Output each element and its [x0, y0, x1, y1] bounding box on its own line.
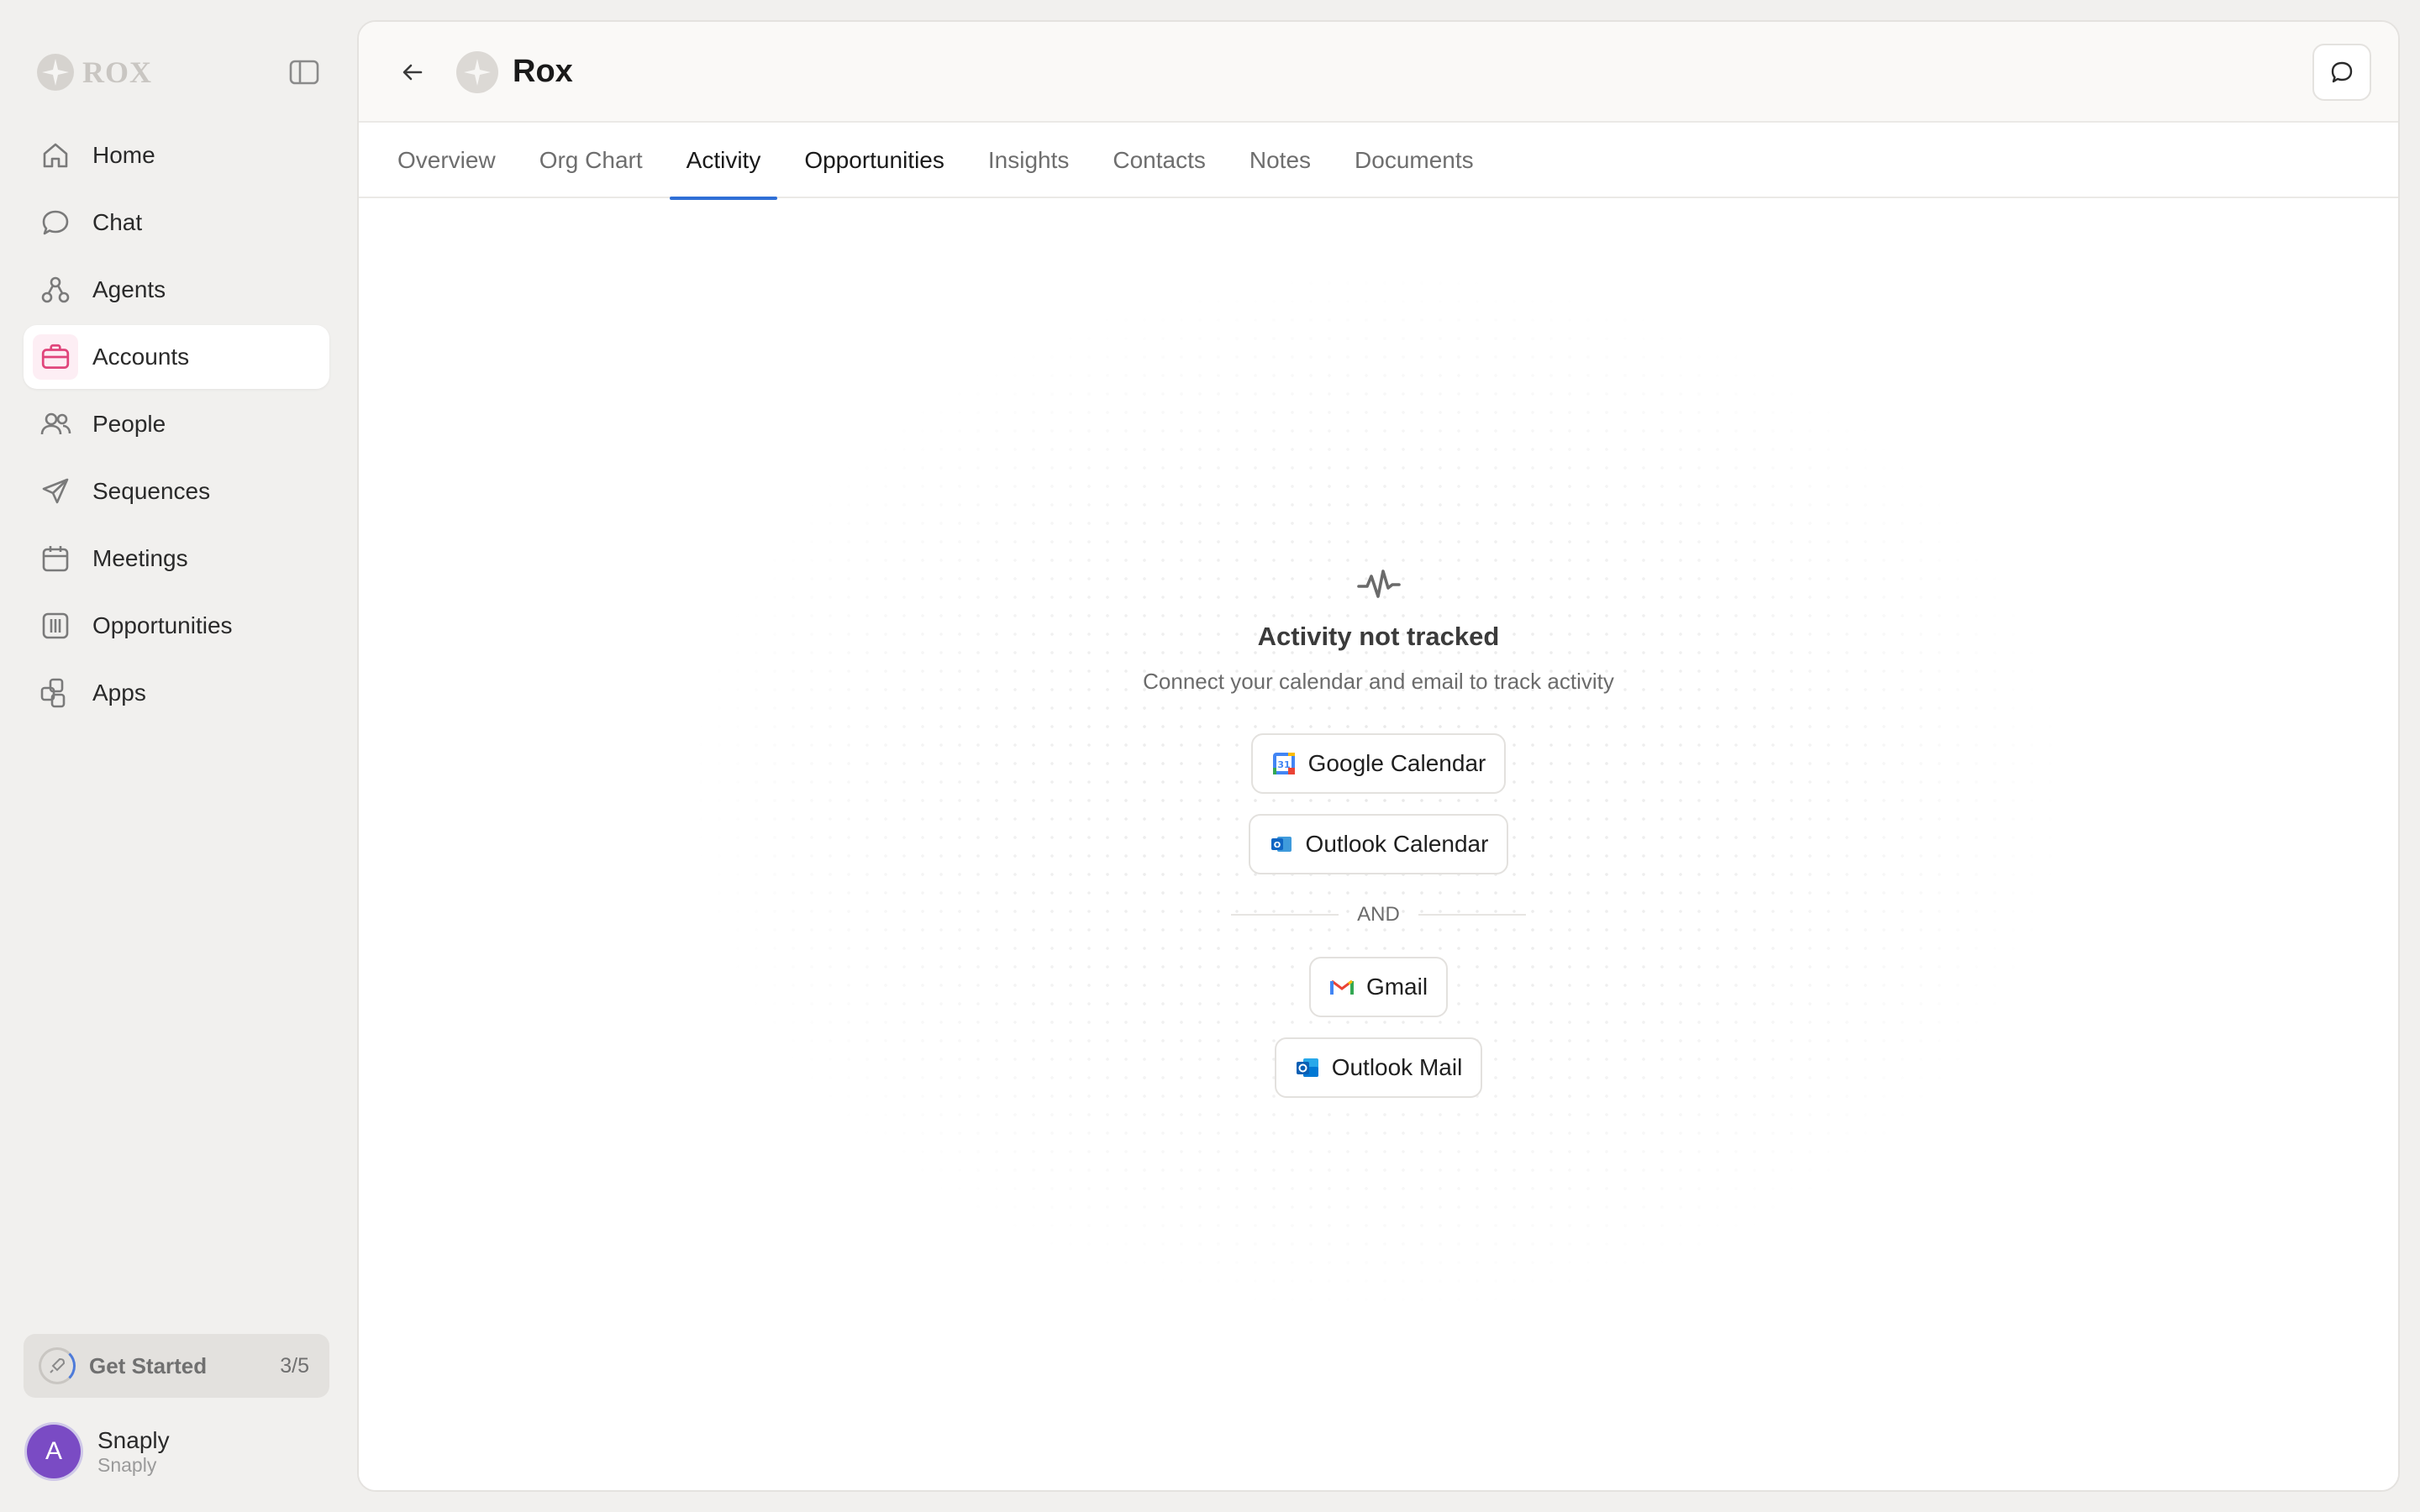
rox-logo-icon	[37, 54, 74, 91]
get-started-progress: 3/5	[280, 1353, 309, 1378]
divider-line	[1418, 914, 1526, 916]
sidebar-item-home[interactable]: Home	[24, 123, 329, 187]
people-icon	[39, 407, 72, 441]
tab-org-chart[interactable]: Org Chart	[523, 123, 660, 198]
sidebar-item-accounts[interactable]: Accounts	[24, 325, 329, 389]
google-calendar-label: Google Calendar	[1307, 750, 1486, 776]
empty-state-subtitle: Connect your calendar and email to track…	[1143, 669, 1614, 694]
sidebar-nav: Home Chat Agents Accounts People Sequenc…	[24, 123, 329, 728]
sidebar-item-sequences[interactable]: Sequences	[24, 459, 329, 523]
outlook-calendar-icon: O	[1269, 832, 1294, 857]
svg-text:O: O	[1273, 841, 1281, 850]
briefcase-icon	[33, 334, 78, 380]
user-name: Snaply	[97, 1427, 170, 1453]
sidebar-toggle-icon	[289, 60, 319, 85]
main-panel: Rox Overview Org Chart Activity Opportun…	[357, 20, 2400, 1492]
sidebar-item-meetings[interactable]: Meetings	[24, 527, 329, 591]
sidebar-item-label: Meetings	[92, 545, 188, 571]
activity-content: Activity not tracked Connect your calend…	[359, 200, 2398, 1490]
sidebar-item-agents[interactable]: Agents	[24, 258, 329, 322]
connect-gmail-button[interactable]: Gmail	[1308, 957, 1449, 1017]
brand-name: ROX	[82, 55, 152, 89]
open-chat-button[interactable]	[2312, 44, 2371, 101]
tab-overview[interactable]: Overview	[381, 123, 513, 198]
sidebar-item-label: Sequences	[92, 478, 211, 504]
page-title: Rox	[513, 54, 573, 89]
tab-contacts[interactable]: Contacts	[1096, 123, 1223, 198]
company-logo-icon	[456, 51, 498, 93]
sidebar-item-opportunities[interactable]: Opportunities	[24, 594, 329, 658]
and-divider: AND	[1231, 903, 1526, 927]
sidebar-item-label: Opportunities	[92, 612, 233, 638]
connect-outlook-mail-button[interactable]: Outlook Mail	[1274, 1037, 1483, 1098]
tab-documents[interactable]: Documents	[1338, 123, 1491, 198]
account-tabs: Overview Org Chart Activity Opportunitie…	[359, 123, 2398, 200]
connect-google-calendar-button[interactable]: 31 Google Calendar	[1250, 733, 1507, 794]
home-icon	[39, 139, 72, 172]
sidebar-item-label: Agents	[92, 276, 166, 302]
sidebar-toggle-button[interactable]	[286, 57, 323, 87]
svg-text:31: 31	[1277, 759, 1290, 770]
chat-bubble-icon	[39, 206, 72, 239]
sidebar-item-label: Chat	[92, 209, 143, 235]
tab-notes[interactable]: Notes	[1233, 123, 1328, 198]
page-header: Rox	[359, 22, 2398, 123]
gmail-label: Gmail	[1365, 974, 1428, 1000]
sidebar-item-label: Home	[92, 142, 155, 168]
columns-icon	[39, 609, 72, 643]
get-started-label: Get Started	[89, 1352, 208, 1378]
back-button[interactable]	[396, 55, 429, 89]
agents-icon	[39, 273, 72, 307]
calendar-icon	[39, 542, 72, 575]
outlook-mail-icon	[1295, 1055, 1320, 1080]
send-icon	[39, 475, 72, 508]
tab-insights[interactable]: Insights	[971, 123, 1086, 198]
sidebar-item-apps[interactable]: Apps	[24, 661, 329, 725]
activity-pulse-icon	[1355, 561, 1402, 608]
sidebar-item-label: Accounts	[92, 344, 190, 370]
sidebar: ROX Home Chat Agents Accounts People Seq…	[0, 0, 353, 1512]
sidebar-item-label: Apps	[92, 680, 146, 706]
tab-activity[interactable]: Activity	[669, 123, 778, 200]
activity-empty-state: Activity not tracked Connect your calend…	[359, 561, 2398, 1118]
get-started-button[interactable]: Get Started 3/5	[24, 1334, 329, 1398]
outlook-mail-label: Outlook Mail	[1331, 1054, 1463, 1080]
chat-bubble-icon	[2331, 61, 2353, 83]
sidebar-item-label: People	[92, 411, 166, 437]
google-calendar-icon: 31	[1271, 751, 1297, 776]
rocket-icon	[39, 1347, 76, 1384]
arrow-left-icon	[402, 64, 423, 81]
workspace-name: Snaply	[97, 1454, 157, 1476]
divider-line	[1231, 914, 1339, 916]
avatar: A	[27, 1425, 81, 1478]
tab-opportunities[interactable]: Opportunities	[787, 123, 961, 198]
outlook-calendar-label: Outlook Calendar	[1305, 831, 1489, 857]
user-profile[interactable]: A Snaply Snaply	[27, 1425, 170, 1478]
connect-outlook-calendar-button[interactable]: O Outlook Calendar	[1248, 814, 1509, 874]
sidebar-item-people[interactable]: People	[24, 392, 329, 456]
gmail-icon	[1329, 974, 1355, 1000]
empty-state-title: Activity not tracked	[1257, 622, 1500, 651]
apps-icon	[39, 676, 72, 710]
brand-logo[interactable]: ROX	[37, 52, 152, 92]
divider-label: AND	[1357, 903, 1400, 926]
sidebar-item-chat[interactable]: Chat	[24, 191, 329, 255]
